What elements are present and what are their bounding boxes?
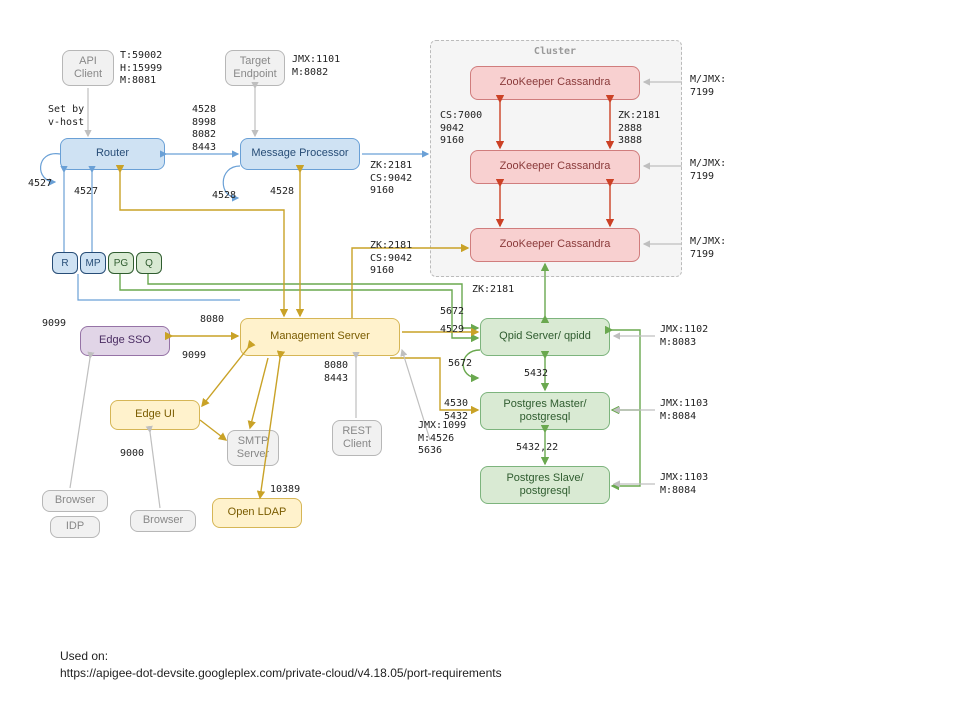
smtp-server: SMTP Server (227, 430, 279, 466)
chip-q: Q (136, 252, 162, 274)
lbl-pgs-jmx: JMX:1103 M:8084 (660, 472, 708, 497)
lbl-pgm-jmx: JMX:1103 M:8084 (660, 398, 708, 423)
lbl-zk2-jmx: M/JMX: 7199 (690, 158, 726, 183)
chip-mp: MP (80, 252, 106, 274)
lbl-zk1-jmx: M/JMX: 7199 (690, 74, 726, 99)
browser-sso: Browser (42, 490, 108, 512)
lbl-4527-self: 4527 (28, 178, 52, 191)
lbl-jmx-mgmt: JMX:1099 M:4526 5636 (418, 420, 466, 458)
lbl-4529: 4529 (440, 324, 464, 337)
lbl-zk: ZK:2181 2888 3888 (618, 110, 660, 148)
footer-used-on: Used on: (60, 648, 502, 665)
chip-r: R (52, 252, 78, 274)
lbl-zk3-jmx: M/JMX: 7199 (690, 236, 726, 261)
lbl-4528-self: 4528 (212, 190, 236, 203)
postgres-slave: Postgres Slave/ postgresql (480, 466, 610, 504)
open-ldap: Open LDAP (212, 498, 302, 528)
postgres-master: Postgres Master/ postgresql (480, 392, 610, 430)
lbl-9000: 9000 (120, 448, 144, 461)
lbl-8080r: 8080 8443 (324, 360, 348, 385)
lbl-10389: 10389 (270, 484, 300, 497)
lbl-5672-self: 5672 (448, 358, 472, 371)
lbl-5432: 5432 (524, 368, 548, 381)
lbl-mgmt2zk: ZK:2181 CS:9042 9160 (370, 240, 412, 278)
zookeeper-2: ZooKeeper Cassandra (470, 150, 640, 184)
lbl-zk2181: ZK:2181 (472, 284, 514, 297)
lbl-api-ports: T:59002 H:15999 M:8081 (120, 50, 162, 88)
lbl-vhost: Set by v-host (48, 104, 84, 129)
api-client: API Client (62, 50, 114, 86)
rest-client: REST Client (332, 420, 382, 456)
management-server: Management Server (240, 318, 400, 356)
cluster-title: Cluster (430, 46, 680, 59)
idp: IDP (50, 516, 100, 538)
lbl-8080l: 8080 (200, 314, 224, 327)
footer-url: https://apigee-dot-devsite.googleplex.co… (60, 665, 502, 682)
zookeeper-3: ZooKeeper Cassandra (470, 228, 640, 262)
chip-pg: PG (108, 252, 134, 274)
lbl-repl: 5432,22 (516, 442, 558, 455)
lbl-9099r: 9099 (182, 350, 206, 363)
lbl-target: JMX:1101 M:8082 (292, 54, 340, 79)
zookeeper-1: ZooKeeper Cassandra (470, 66, 640, 100)
lbl-qpid-jmx: JMX:1102 M:8083 (660, 324, 708, 349)
target-endpoint: Target Endpoint (225, 50, 285, 86)
qpid-server: Qpid Server/ qpidd (480, 318, 610, 356)
diagram-canvas: Cluster API Client Target Endpoint Route… (0, 0, 960, 720)
lbl-cs: CS:7000 9042 9160 (440, 110, 482, 148)
lbl-mp2zk: ZK:2181 CS:9042 9160 (370, 160, 412, 198)
lbl-4528: 4528 (270, 186, 294, 199)
message-processor: Message Processor (240, 138, 360, 170)
lbl-4527: 4527 (74, 186, 98, 199)
edge-ui: Edge UI (110, 400, 200, 430)
browser-ui: Browser (130, 510, 196, 532)
lbl-r2mp: 4528 8998 8082 8443 (192, 104, 216, 154)
router: Router (60, 138, 165, 170)
lbl-5672: 5672 (440, 306, 464, 319)
lbl-9099l: 9099 (42, 318, 66, 331)
edge-sso: Edge SSO (80, 326, 170, 356)
footer: Used on: https://apigee-dot-devsite.goog… (60, 648, 502, 682)
